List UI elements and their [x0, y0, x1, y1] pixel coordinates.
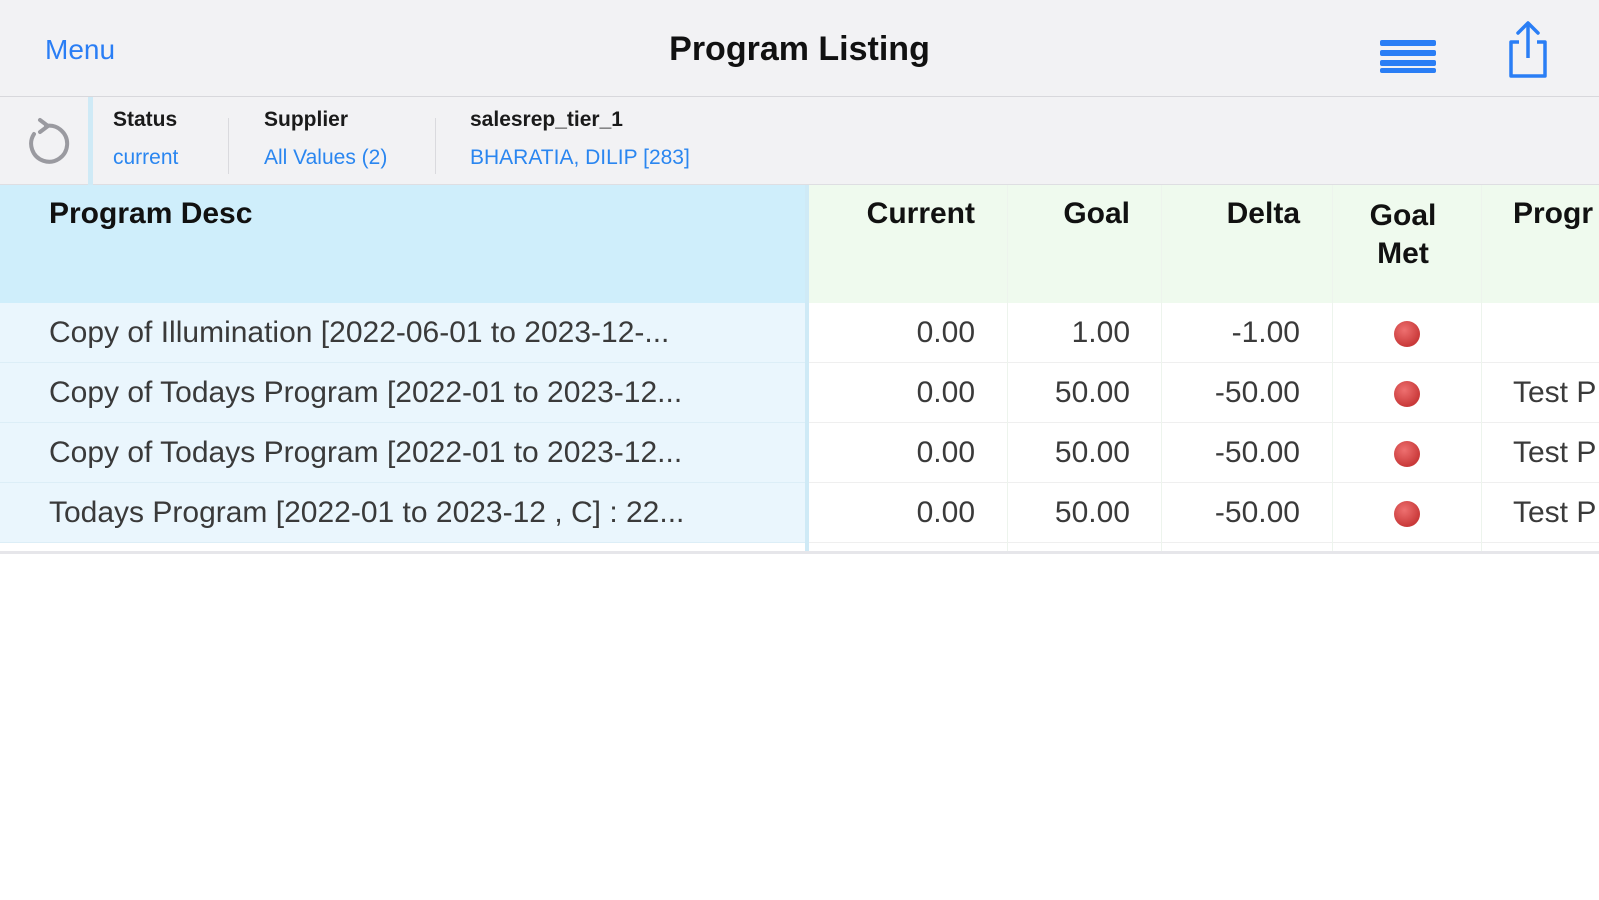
- filter-status-label: Status: [113, 108, 178, 131]
- filter-salesrep-tier[interactable]: salesrep_tier_1 BHARATIA, DILIP [283]: [470, 108, 690, 170]
- filter-salesrep-tier-value: BHARATIA, DILIP [283]: [470, 146, 690, 169]
- goal-not-met-indicator-icon: [1394, 501, 1420, 527]
- share-icon[interactable]: [1503, 20, 1553, 80]
- cell-program-desc: Copy of Todays Program [2022-01 to 2023-…: [49, 376, 683, 409]
- table-row[interactable]: Copy of Illumination [2022-06-01 to 2023…: [0, 303, 1599, 363]
- cell-current: 0.00: [916, 496, 975, 529]
- filter-bar: [0, 97, 1599, 185]
- cell-delta: -50.00: [1214, 436, 1300, 469]
- column-separator: [1332, 185, 1333, 551]
- column-header-program[interactable]: Progr: [1513, 197, 1599, 231]
- column-header-goal-met[interactable]: Goal Met: [1333, 197, 1473, 273]
- filter-supplier-value: All Values (2): [264, 146, 388, 169]
- cell-program: Test P: [1513, 496, 1597, 529]
- cell-program-desc: Copy of Illumination [2022-06-01 to 2023…: [49, 316, 670, 349]
- page-title: Program Listing: [669, 30, 930, 68]
- column-header-delta[interactable]: Delta: [1170, 197, 1300, 231]
- filter-separator: [228, 118, 229, 174]
- cell-current: 0.00: [916, 436, 975, 469]
- list-icon[interactable]: [1378, 36, 1438, 76]
- filter-status[interactable]: Status current: [113, 108, 178, 170]
- table-row[interactable]: Copy of Todays Program [2022-01 to 2023-…: [0, 363, 1599, 423]
- frozen-column-divider[interactable]: [805, 185, 809, 551]
- cell-program-desc: Todays Program [2022-01 to 2023-12 , C] …: [49, 496, 685, 529]
- cell-goal: 50.00: [1054, 376, 1130, 409]
- program-table: Program Desc Current Goal Delta Goal Met…: [0, 185, 1599, 554]
- column-header-program-desc[interactable]: Program Desc: [49, 197, 252, 231]
- filter-divider: [88, 97, 93, 185]
- column-header-goal[interactable]: Goal: [1010, 197, 1130, 231]
- column-separator: [1007, 185, 1008, 551]
- goal-met-header-line2: Met: [1377, 237, 1429, 270]
- refresh-icon[interactable]: [20, 116, 76, 172]
- cell-program: Test P: [1513, 436, 1597, 469]
- cell-delta: -1.00: [1231, 316, 1300, 349]
- column-header-current[interactable]: Current: [820, 197, 975, 231]
- cell-goal: 50.00: [1054, 436, 1130, 469]
- cell-current: 0.00: [916, 376, 975, 409]
- navigation-bar: Menu Program Listing: [0, 0, 1599, 97]
- cell-goal: 50.00: [1054, 496, 1130, 529]
- table-bottom-border: [0, 551, 1599, 554]
- goal-not-met-indicator-icon: [1394, 441, 1420, 467]
- filter-supplier-label: Supplier: [264, 108, 349, 131]
- goal-not-met-indicator-icon: [1394, 381, 1420, 407]
- filter-supplier[interactable]: Supplier All Values (2): [264, 108, 387, 170]
- column-separator: [1481, 185, 1482, 551]
- goal-not-met-indicator-icon: [1394, 321, 1420, 347]
- filter-status-value: current: [113, 146, 179, 169]
- column-separator: [1161, 185, 1162, 551]
- cell-goal: 1.00: [1071, 316, 1130, 349]
- table-row[interactable]: Todays Program [2022-01 to 2023-12 , C] …: [0, 483, 1599, 543]
- table-row[interactable]: Copy of Todays Program [2022-01 to 2023-…: [0, 423, 1599, 483]
- filter-salesrep-tier-label: salesrep_tier_1: [470, 108, 623, 131]
- filter-separator: [435, 118, 436, 174]
- goal-met-header-line1: Goal: [1369, 199, 1437, 232]
- cell-current: 0.00: [916, 316, 975, 349]
- cell-program: Test P: [1513, 376, 1597, 409]
- cell-program-desc: Copy of Todays Program [2022-01 to 2023-…: [49, 436, 683, 469]
- cell-delta: -50.00: [1214, 376, 1300, 409]
- cell-delta: -50.00: [1214, 496, 1300, 529]
